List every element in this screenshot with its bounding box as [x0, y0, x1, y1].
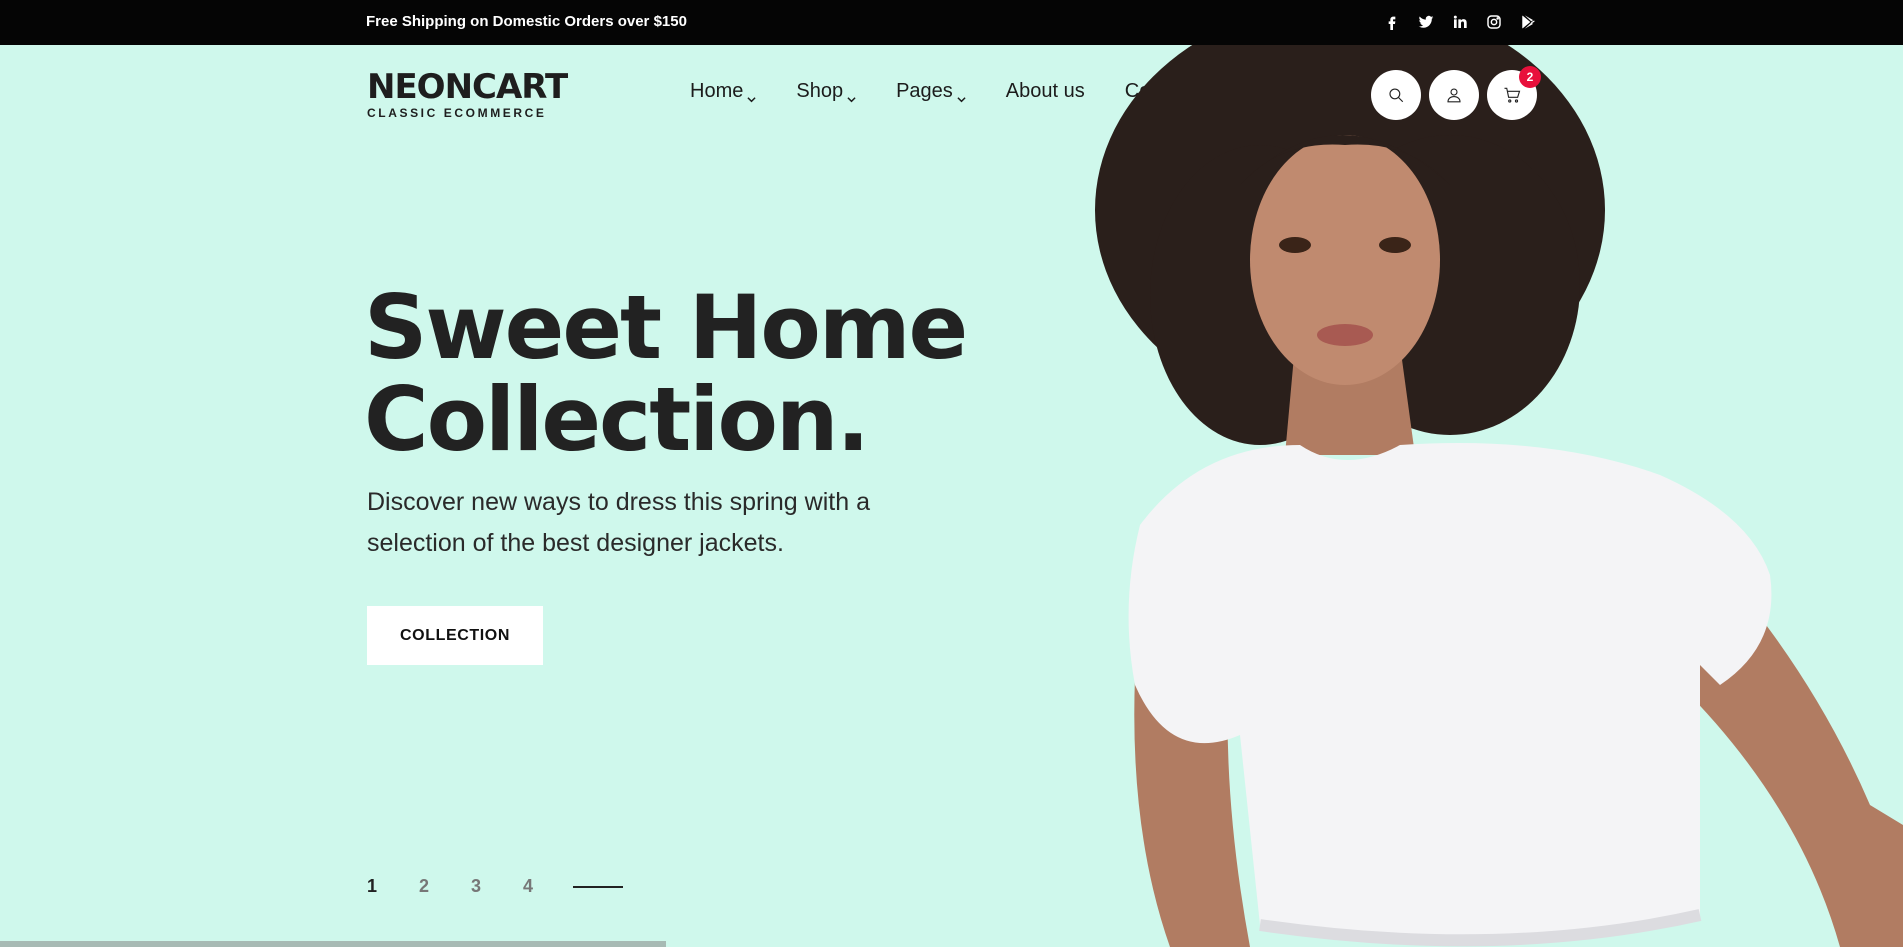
slide-page-1[interactable]: 1 [367, 876, 419, 897]
slide-page-2[interactable]: 2 [419, 876, 471, 897]
slider-progress-bar [0, 941, 667, 947]
google-play-icon[interactable] [1519, 13, 1537, 31]
hero-subtitle: Discover new ways to dress this spring w… [367, 482, 887, 564]
brand-logo[interactable]: NEONCART CLASSIC ECOMMERCE [367, 67, 568, 120]
search-button[interactable] [1371, 70, 1421, 120]
nav-item-label: Home [690, 80, 744, 102]
hero-model-image [1095, 45, 1903, 947]
hero-title-line2: Collection. [364, 368, 870, 471]
nav-item-shop[interactable]: Shop [796, 80, 856, 103]
chevron-down-icon [747, 87, 756, 103]
nav-item-label: Pages [896, 80, 953, 102]
social-links [1383, 13, 1537, 31]
cart-count-badge: 2 [1519, 66, 1541, 88]
slider-pagination: 1 2 3 4 [367, 876, 623, 897]
hero-subtitle-line2: selection of the best designer jackets. [367, 529, 784, 557]
slide-page-4[interactable]: 4 [523, 876, 575, 897]
nav-item-home[interactable]: Home [690, 80, 756, 103]
pagination-line [573, 885, 623, 888]
slide-page-3[interactable]: 3 [471, 876, 523, 897]
nav-item-pages[interactable]: Pages [896, 80, 966, 103]
cart-icon [1504, 87, 1521, 103]
chevron-down-icon [957, 87, 966, 103]
account-button[interactable] [1429, 70, 1479, 120]
promo-topbar: Free Shipping on Domestic Orders over $1… [0, 0, 1903, 45]
cart-button[interactable]: 2 [1487, 66, 1541, 120]
shipping-promo-text: Free Shipping on Domestic Orders over $1… [366, 13, 687, 30]
nav-item-about[interactable]: About us [1006, 80, 1085, 103]
search-icon [1389, 88, 1404, 103]
chevron-down-icon [847, 87, 856, 103]
hero-title: Sweet Home Collection. [364, 282, 968, 466]
hero-subtitle-line1: Discover new ways to dress this spring w… [367, 488, 870, 516]
twitter-icon[interactable] [1417, 13, 1435, 31]
nav-item-label: About us [1005, 80, 1085, 102]
linkedin-icon[interactable] [1451, 13, 1469, 31]
collection-button[interactable]: COLLECTION [367, 606, 543, 665]
facebook-icon[interactable] [1383, 13, 1401, 31]
logo-wordmark: NEONCART [367, 67, 568, 107]
hero-title-line1: Sweet Home [364, 276, 968, 379]
nav-item-label: Shop [796, 80, 844, 102]
instagram-icon[interactable] [1485, 13, 1503, 31]
logo-tagline: CLASSIC ECOMMERCE [367, 106, 547, 120]
user-icon [1447, 88, 1461, 103]
